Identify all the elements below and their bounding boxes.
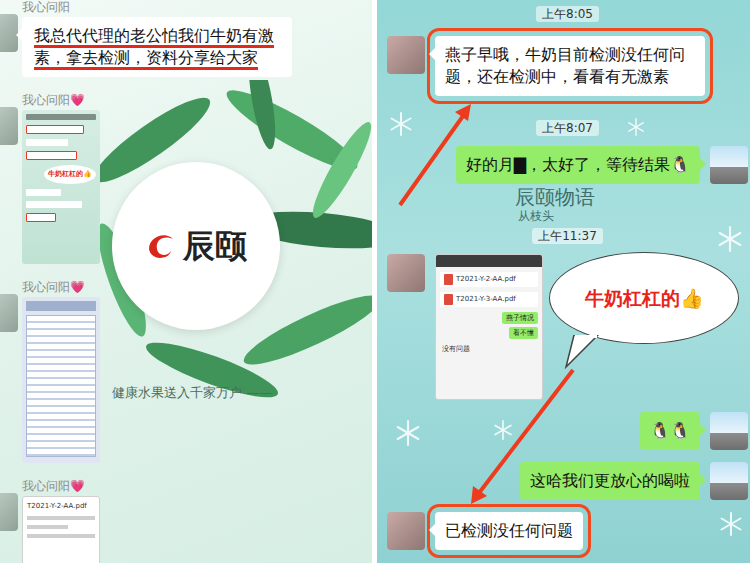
callout-tail-icon <box>564 335 604 369</box>
avatar[interactable] <box>0 294 18 332</box>
message-bubble: 🐧🐧 <box>640 412 700 450</box>
callout-bubble: 牛奶杠杠的👍 <box>549 252 739 344</box>
snowflake-icon <box>493 420 513 440</box>
brand-logo: 辰颐 <box>112 162 280 330</box>
message-bubble: 我总代代理的老公怕我们牛奶有激素，拿去检测，资料分享给大家 <box>22 17 292 77</box>
message-bubble: 好的月▇，太好了，等待结果🐧 <box>456 146 700 184</box>
message-row: 我心问阳💗 <box>0 280 372 463</box>
note: 没有问题 <box>436 344 542 354</box>
sender-name: 我心问阳💗 <box>22 93 100 107</box>
avatar[interactable] <box>0 493 18 531</box>
message-row: 这哈我们更放心的喝啦 <box>387 462 748 500</box>
message-row: 好的月▇，太好了，等待结果🐧 <box>387 146 748 184</box>
message-bubble: 已检测没任何问题 <box>435 512 583 550</box>
avatar[interactable] <box>710 412 748 450</box>
message-row: 燕子早哦，牛奶目前检测没任何问题，还在检测中，看看有无激素 <box>387 36 748 96</box>
image-message[interactable]: 牛奶杠杠的👍 <box>22 110 100 264</box>
right-chat-panel: 辰颐物语从枝头 上午8:05 燕子早哦，牛奶目前检测没任何问题，还在检测中，看看有无… <box>377 0 750 563</box>
pdf-icon <box>444 274 453 285</box>
message-row: 已检测没任何问题 <box>387 512 748 550</box>
message-bubble: 燕子早哦，牛奶目前检测没任何问题，还在检测中，看看有无激素 <box>435 36 705 96</box>
avatar[interactable] <box>387 254 425 292</box>
file-row: T2021-Y-2-AA.pdf <box>440 272 538 287</box>
message-list: 我心问阳我总代代理的老公怕我们牛奶有激素，拿去检测，资料分享给大家我心问阳💗 牛奶… <box>0 0 372 563</box>
snowflake-icon <box>717 226 743 252</box>
avatar[interactable] <box>387 512 425 550</box>
message-row: 🐧🐧 <box>387 412 748 450</box>
snowflake-icon <box>395 420 421 446</box>
thumb-callout: 牛奶杠杠的👍 <box>44 165 96 184</box>
screenshot-collage: 辰颐健康水果送入千家万户 ——我心问阳我总代代理的老公怕我们牛奶有激素，拿去检测… <box>0 0 750 563</box>
message-row: 我心问阳我总代代理的老公怕我们牛奶有激素，拿去检测，资料分享给大家 <box>0 0 372 77</box>
snowflake-icon <box>627 118 645 136</box>
image-message[interactable] <box>22 297 100 463</box>
chat-bubble-mini: 看不懂 <box>509 327 538 339</box>
snowflake-icon <box>389 112 413 136</box>
avatar[interactable] <box>0 107 18 145</box>
message-bubble: 这哈我们更放心的喝啦 <box>520 462 700 500</box>
logo-swirl-icon <box>145 229 179 263</box>
sender-name: 我心问阳💗 <box>22 280 100 294</box>
chat-bubble-mini: 燕子情况 <box>502 312 538 324</box>
timestamp: 上午11:37 <box>387 228 748 244</box>
snowflake-icon <box>719 512 743 536</box>
avatar[interactable] <box>710 146 748 184</box>
watermark-tagline: 从枝头 <box>518 208 554 224</box>
arrow-down-icon <box>471 370 573 504</box>
doc-title: T2021-Y-2-AA.pdf <box>27 501 95 511</box>
pdf-icon <box>444 294 453 305</box>
sender-name: 我心问阳💗 <box>22 479 100 493</box>
message-row: 我心问阳💗 T2021-Y-2-AA.pdf <box>0 479 372 563</box>
timestamp: 上午8:07 <box>387 120 748 136</box>
image-message[interactable]: T2021-Y-2-AA.pdf <box>22 496 100 563</box>
arrow-up-icon <box>400 104 471 205</box>
left-chat-panel: 辰颐健康水果送入千家万户 ——我心问阳我总代代理的老公怕我们牛奶有激素，拿去检测… <box>0 0 372 563</box>
avatar[interactable] <box>387 36 425 74</box>
slogan: 健康水果送入千家万户 —— <box>112 384 272 402</box>
logo-text: 辰颐 <box>183 226 247 266</box>
file-row: T2021-Y-3-AA.pdf <box>440 292 538 307</box>
watermark-brand: 辰颐物语 <box>515 186 595 208</box>
avatar[interactable] <box>710 462 748 500</box>
timestamp: 上午8:05 <box>387 6 748 22</box>
sender-name: 我心问阳 <box>22 0 292 14</box>
message-row: 我心问阳💗 牛奶杠杠的👍 <box>0 93 372 264</box>
image-message[interactable]: T2021-Y-2-AA.pdf T2021-Y-3-AA.pdf 燕子情况看不懂没… <box>435 254 543 400</box>
